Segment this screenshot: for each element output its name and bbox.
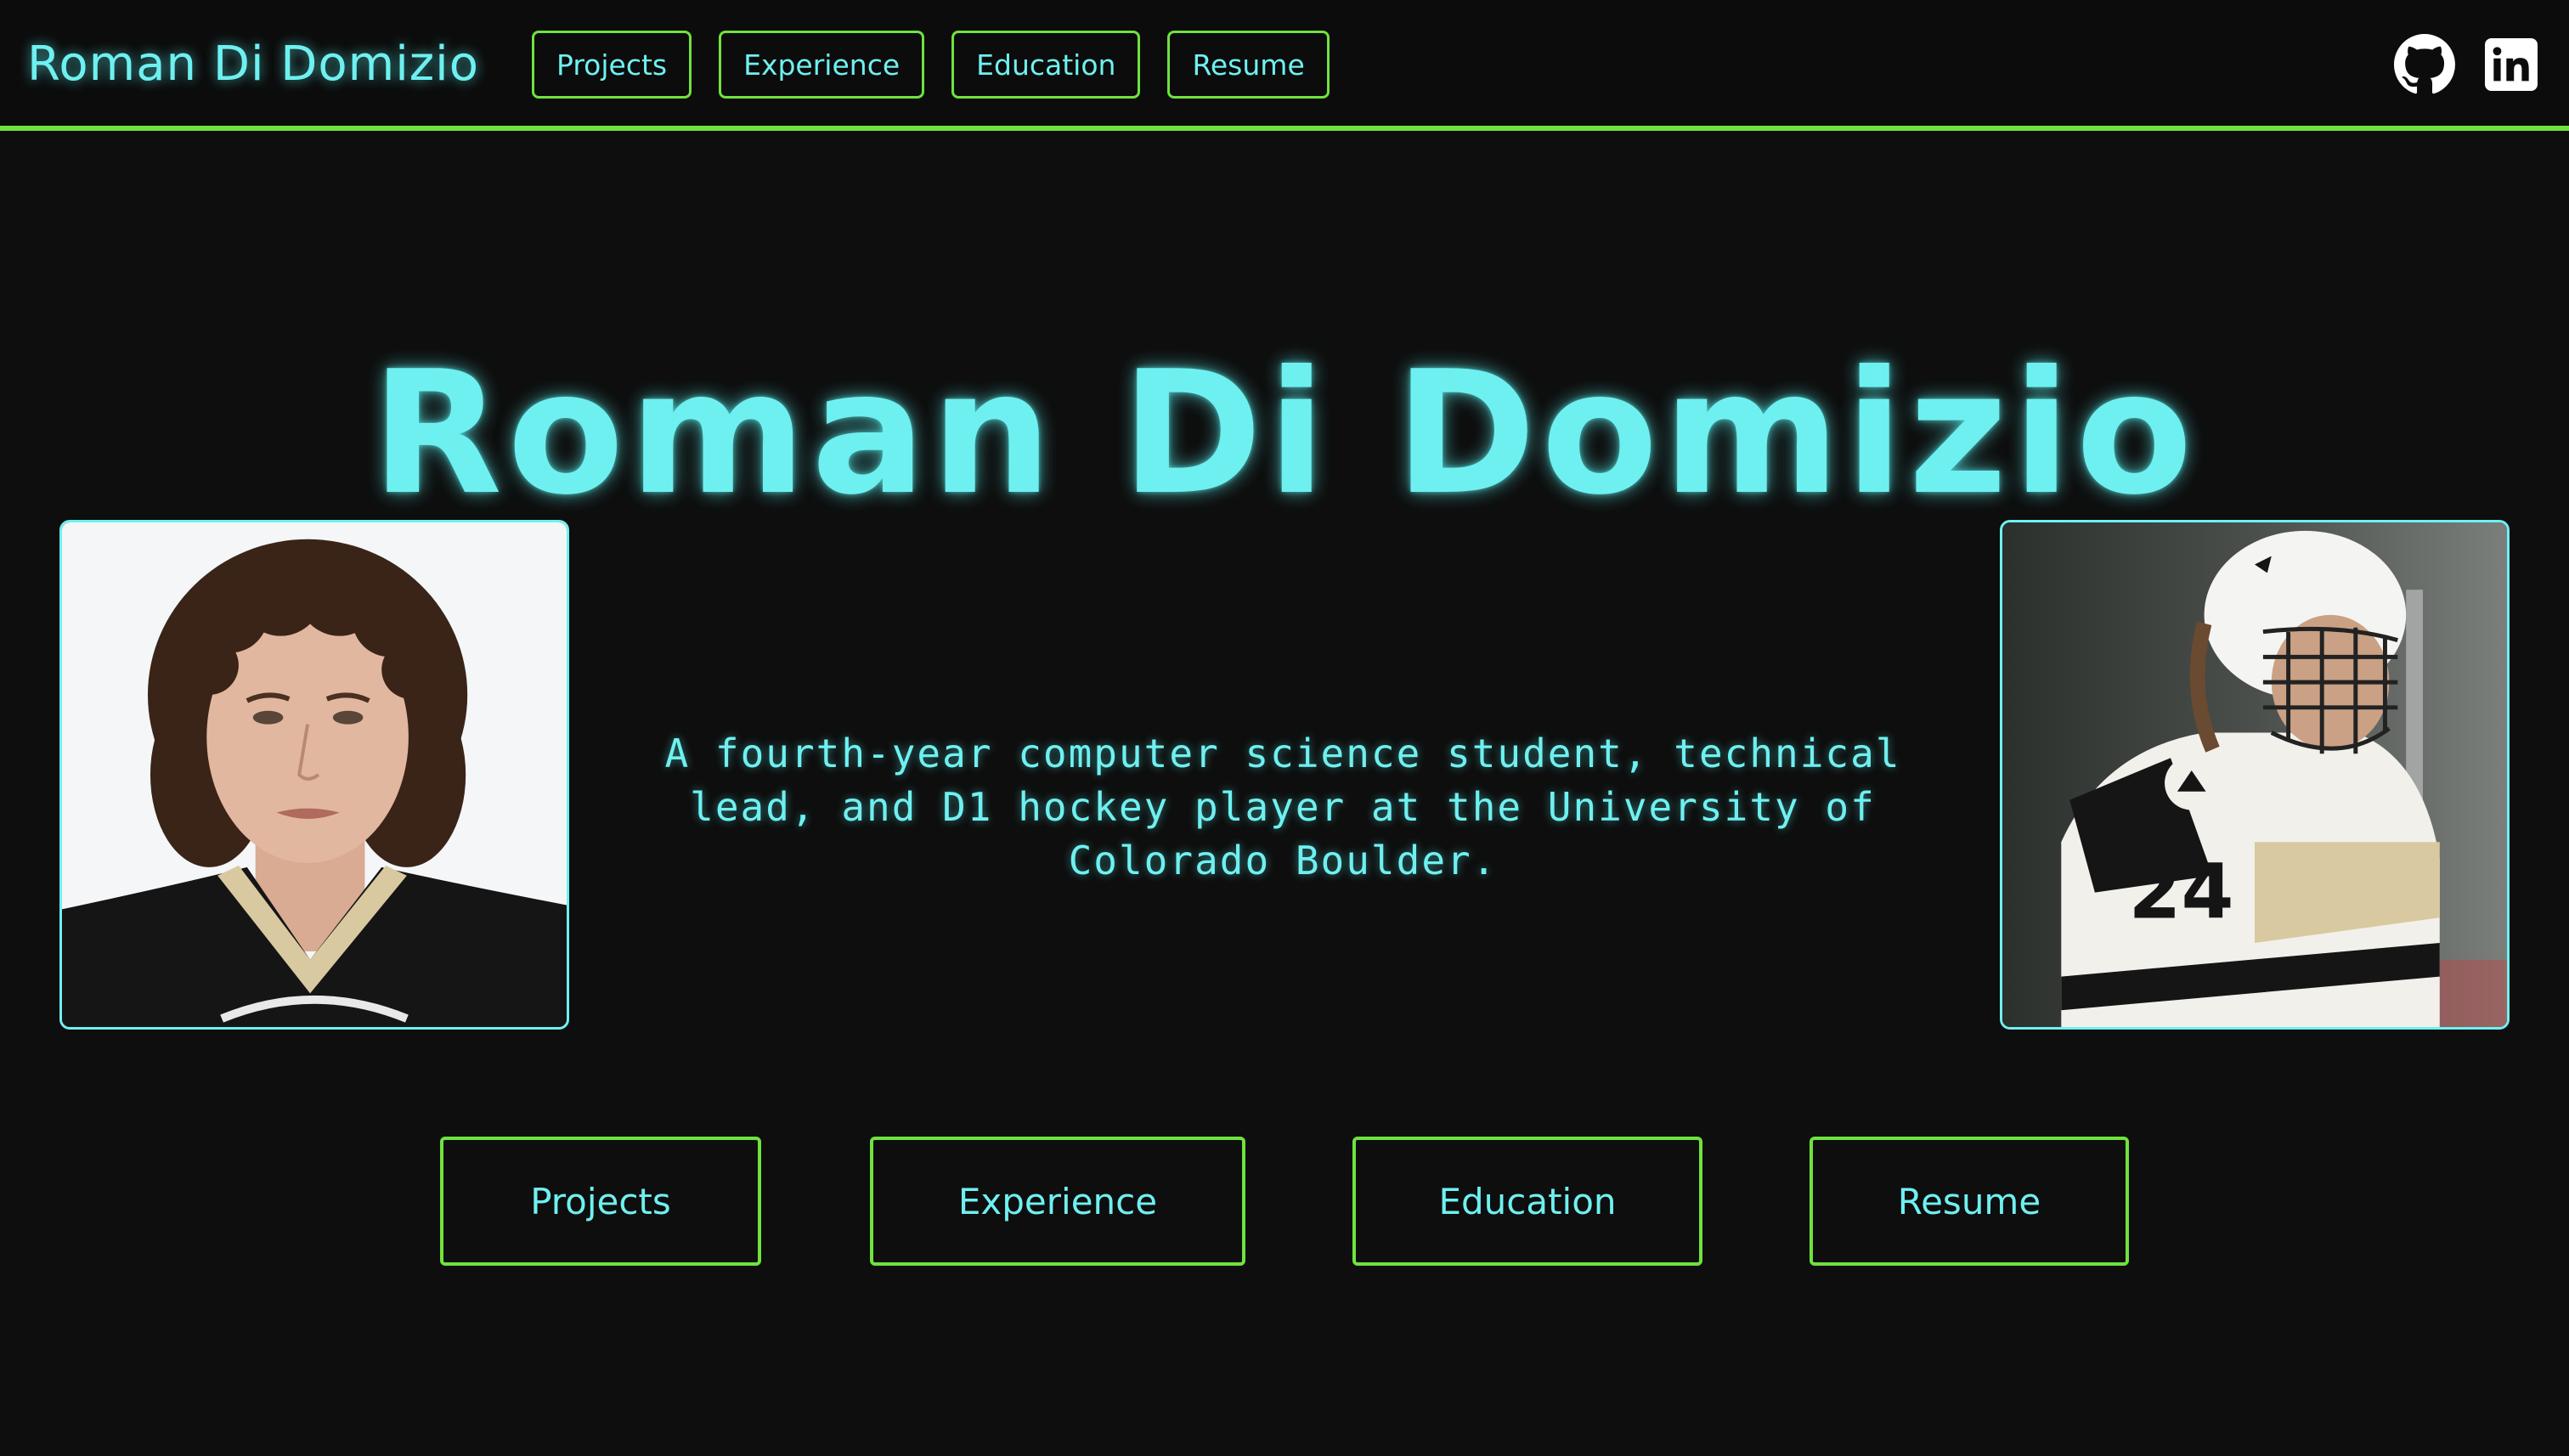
bio-text: A fourth-year computer science student, …	[664, 731, 1901, 883]
cta-education-button[interactable]: Education	[1352, 1137, 1702, 1266]
headshot-photo	[59, 520, 569, 1030]
github-icon[interactable]	[2392, 32, 2457, 97]
nav-resume-button[interactable]: Resume	[1167, 31, 1330, 99]
nav-education-button[interactable]: Education	[951, 31, 1141, 99]
cta-resume-button[interactable]: Resume	[1810, 1137, 2129, 1266]
nav-projects-button[interactable]: Projects	[532, 31, 692, 99]
jersey-number: 24	[2129, 848, 2234, 936]
nav-links: Projects Experience Education Resume	[532, 31, 1330, 99]
hero-title: Roman Di Domizio	[371, 335, 2198, 533]
nav-experience-button[interactable]: Experience	[719, 31, 925, 99]
top-navbar: Roman Di Domizio Projects Experience Edu…	[0, 0, 2569, 131]
hockey-action-photo: 24	[2000, 520, 2510, 1030]
brand-name-link[interactable]: Roman Di Domizio	[27, 31, 479, 99]
linkedin-icon[interactable]	[2479, 32, 2544, 97]
cta-experience-button[interactable]: Experience	[870, 1137, 1245, 1266]
cta-projects-button[interactable]: Projects	[440, 1137, 761, 1266]
